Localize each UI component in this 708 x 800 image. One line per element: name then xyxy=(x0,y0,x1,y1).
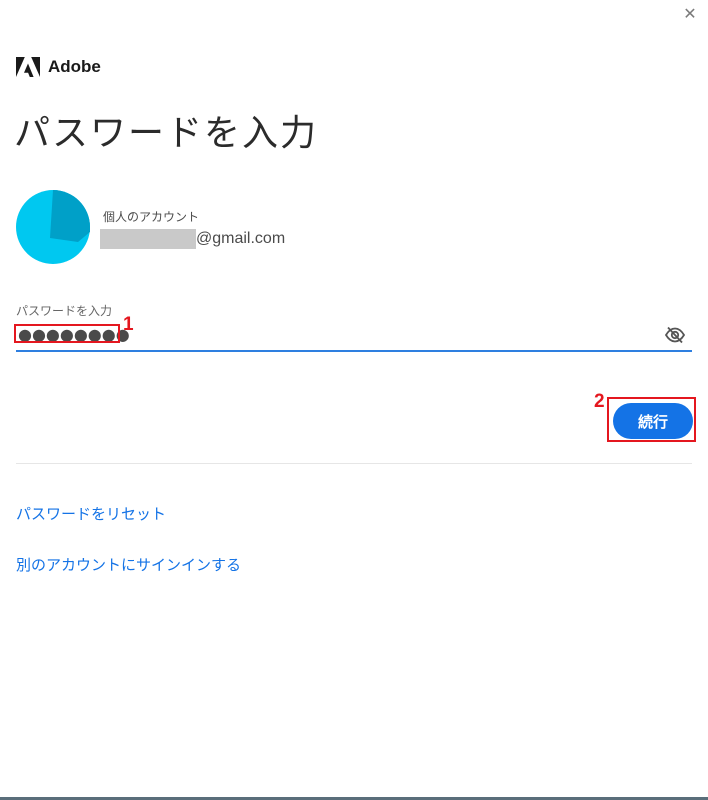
divider xyxy=(16,463,692,464)
annotation-number-1: 1 xyxy=(123,314,134,335)
annotation-box-1 xyxy=(14,324,120,343)
eye-slash-icon[interactable] xyxy=(664,324,686,346)
page-title: パスワードを入力 xyxy=(14,113,319,154)
annotation-number-2: 2 xyxy=(594,391,605,412)
password-label: パスワードを入力 xyxy=(16,304,113,318)
close-icon[interactable]: ✕ xyxy=(680,3,700,23)
brand-name: Adobe xyxy=(48,57,101,76)
account-type-label: 個人のアカウント xyxy=(103,210,200,224)
avatar xyxy=(16,190,90,264)
other-account-link[interactable]: 別のアカウントにサインインする xyxy=(16,554,241,575)
brand-logo: Adobe xyxy=(16,56,101,78)
continue-button[interactable]: 続行 xyxy=(613,403,693,439)
reset-password-link[interactable]: パスワードをリセット xyxy=(16,503,166,524)
adobe-logo-icon xyxy=(16,57,40,77)
email-redaction xyxy=(100,229,196,249)
account-email: @gmail.com xyxy=(100,228,285,250)
email-domain: @gmail.com xyxy=(196,230,286,247)
